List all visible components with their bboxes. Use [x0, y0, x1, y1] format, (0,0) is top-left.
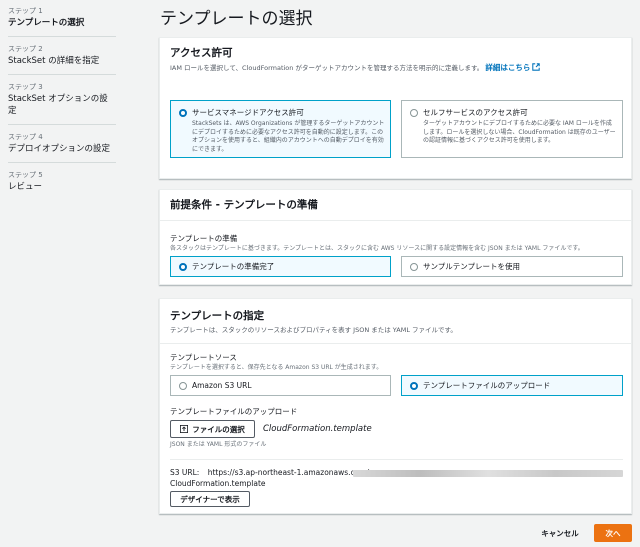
step-name: デプロイオプションの設定	[8, 144, 111, 154]
option-description: ターゲットアカウントにデプロイするために必要な IAM ロールを作成します。ロー…	[423, 120, 616, 144]
sample-template-option[interactable]: サンプルテンプレートを使用	[401, 256, 623, 277]
step-name: StackSet の詳細を指定	[8, 56, 100, 66]
panel-header: 前提条件 - テンプレートの準備	[160, 190, 631, 221]
template-ready-option[interactable]: テンプレートの準備完了	[170, 256, 391, 277]
step-name: レビュー	[8, 182, 43, 192]
step-name: テンプレートの選択	[8, 18, 85, 28]
divider	[8, 36, 116, 37]
step-number: ステップ 2	[8, 45, 43, 53]
view-in-designer-button[interactable]: デザイナーで表示	[170, 491, 250, 507]
specify-template-panel: テンプレートの指定 テンプレートは、スタックのリソースおよびプロパティを表す J…	[159, 298, 632, 514]
step-5[interactable]: ステップ 5 レビュー	[8, 168, 116, 193]
file-format-hint: JSON または YAML 形式のファイル	[170, 441, 267, 448]
option-label: テンプレートの準備完了	[192, 262, 275, 271]
option-label: サービスマネージドアクセス許可	[192, 108, 304, 117]
option-label: サンプルテンプレートを使用	[423, 262, 521, 271]
redacted-url-segment	[353, 470, 623, 477]
divider	[8, 162, 116, 163]
panel-description: テンプレートは、スタックのリソースおよびプロパティを表す JSON または YA…	[170, 326, 457, 334]
upload-label: テンプレートファイルのアップロード	[170, 407, 298, 416]
field-label: テンプレートの準備	[170, 234, 238, 243]
self-service-option[interactable]: セルフサービスのアクセス許可 ターゲットアカウントにデプロイするために必要な I…	[401, 100, 623, 158]
step-number: ステップ 3	[8, 83, 43, 91]
page-title: テンプレートの選択	[160, 9, 313, 29]
field-description: 各スタックはテンプレートに基づきます。テンプレートとは、スタックに含む AWS …	[170, 245, 584, 252]
s3-url-row: S3 URL: https://s3.ap-northeast-1.amazon…	[170, 468, 369, 478]
panel-description: IAM ロールを選択して、CloudFormation がターゲットアカウントを…	[170, 63, 621, 73]
panel-title: 前提条件 - テンプレートの準備	[170, 199, 318, 211]
option-description: StackSets は、AWS Organizations が管理するターゲット…	[192, 120, 385, 153]
step-1[interactable]: ステップ 1 テンプレートの選択	[8, 4, 116, 29]
step-number: ステップ 4	[8, 133, 43, 141]
step-name: StackSet オプションの設定	[8, 94, 108, 116]
selected-filename: CloudFormation.template	[263, 424, 372, 434]
cancel-button[interactable]: キャンセル	[534, 525, 586, 541]
s3-url-option[interactable]: Amazon S3 URL	[170, 375, 391, 396]
s3-url-value: https://s3.ap-northeast-1.amazonaws.com/	[207, 468, 370, 477]
wizard-steps: ステップ 1 テンプレートの選択 ステップ 2 StackSet の詳細を指定 …	[8, 4, 116, 193]
radio-icon[interactable]	[410, 109, 418, 117]
button-label: ファイルの選択	[192, 424, 245, 434]
s3-url-filename: CloudFormation.template	[170, 479, 266, 488]
prerequisite-panel: 前提条件 - テンプレートの準備 テンプレートの準備 各スタックはテンプレートに…	[159, 189, 632, 285]
learn-more-link[interactable]: 詳細はこちら	[485, 63, 541, 72]
radio-icon[interactable]	[410, 263, 418, 271]
s3-url-label: S3 URL:	[170, 468, 200, 477]
radio-selected-icon[interactable]	[410, 382, 418, 390]
template-source-description: テンプレートを選択すると、保存先となる Amazon S3 URL が生成されま…	[170, 364, 383, 371]
service-managed-option[interactable]: サービスマネージドアクセス許可 StackSets は、AWS Organiza…	[170, 100, 391, 158]
permissions-panel: アクセス許可 IAM ロールを選択して、CloudFormation がターゲッ…	[159, 37, 632, 179]
step-3[interactable]: ステップ 3 StackSet オプションの設定	[8, 80, 116, 117]
divider	[8, 74, 116, 75]
step-number: ステップ 1	[8, 7, 43, 15]
divider	[170, 459, 623, 460]
panel-title: テンプレートの指定	[170, 310, 265, 322]
radio-selected-icon[interactable]	[179, 109, 187, 117]
divider	[8, 124, 116, 125]
next-button[interactable]: 次へ	[594, 524, 632, 542]
upload-icon	[180, 425, 189, 433]
template-source-label: テンプレートソース	[170, 353, 237, 362]
description-text: IAM ロールを選択して、CloudFormation がターゲットアカウントを…	[170, 64, 484, 72]
panel-header: テンプレートの指定 テンプレートは、スタックのリソースおよびプロパティを表す J…	[160, 299, 631, 344]
step-2[interactable]: ステップ 2 StackSet の詳細を指定	[8, 42, 116, 67]
radio-icon[interactable]	[179, 382, 187, 390]
option-label: セルフサービスのアクセス許可	[423, 108, 528, 117]
upload-file-option[interactable]: テンプレートファイルのアップロード	[401, 375, 623, 396]
radio-selected-icon[interactable]	[179, 263, 187, 271]
choose-file-button[interactable]: ファイルの選択	[170, 420, 255, 438]
panel-title: アクセス許可	[170, 47, 233, 59]
external-link-icon	[532, 63, 541, 71]
step-number: ステップ 5	[8, 171, 43, 179]
step-4[interactable]: ステップ 4 デプロイオプションの設定	[8, 130, 116, 155]
option-label: Amazon S3 URL	[192, 381, 252, 390]
option-label: テンプレートファイルのアップロード	[423, 381, 551, 390]
panel-header: アクセス許可 IAM ロールを選択して、CloudFormation がターゲッ…	[160, 38, 631, 81]
